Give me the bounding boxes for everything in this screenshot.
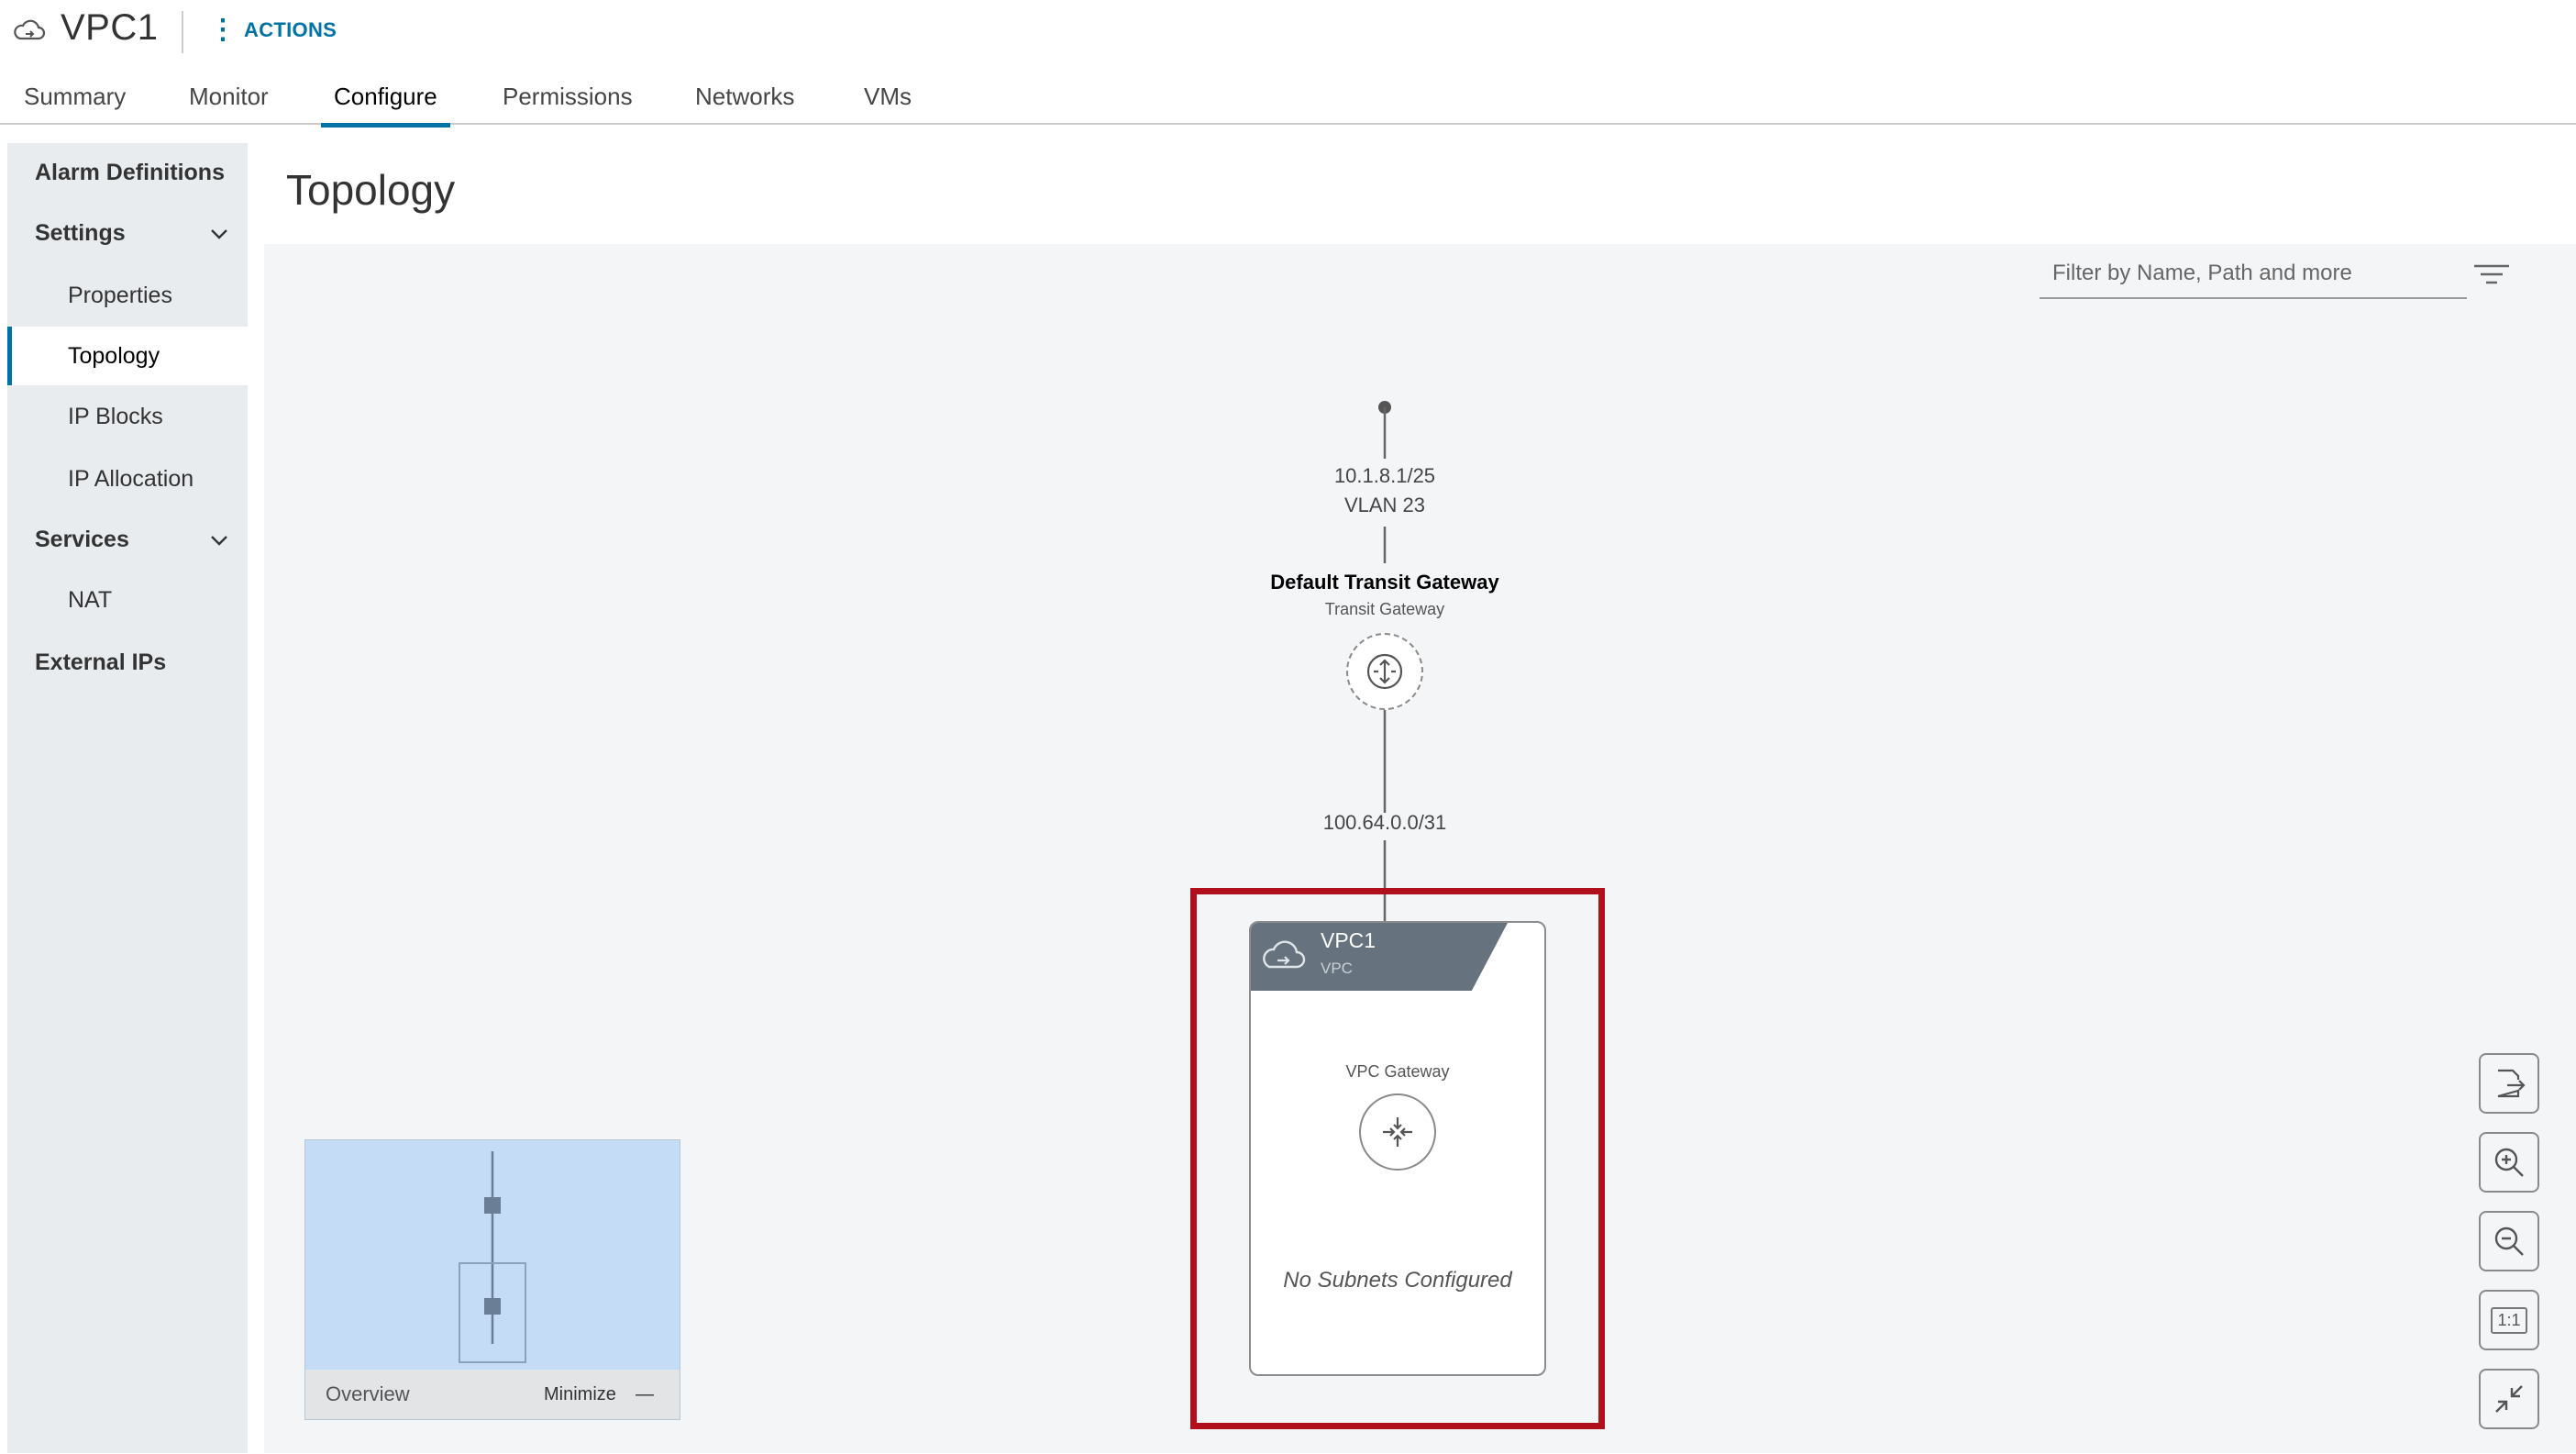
sidebar-item-label: Properties — [68, 283, 172, 308]
main-content: Topology 10.1.8.1/25 VLAN 23 Default Tra… — [255, 143, 2576, 1453]
object-tabs: Summary Monitor Configure Permissions Ne… — [0, 73, 2576, 128]
actions-label: ACTIONS — [244, 18, 337, 41]
sidebar-item-ip-allocation[interactable]: IP Allocation — [7, 450, 248, 508]
export-button[interactable] — [2479, 1053, 2539, 1114]
uplink-endpoint — [1378, 401, 1391, 414]
actual-size-button[interactable]: 1:1 — [2479, 1290, 2539, 1350]
sidebar-item-ip-blocks[interactable]: IP Blocks — [7, 387, 248, 446]
page-title: Topology — [286, 166, 456, 214]
vertical-dots-icon: ⋮ — [209, 15, 237, 45]
chevron-down-icon — [211, 536, 227, 546]
tab-monitor[interactable]: Monitor — [176, 79, 282, 123]
filter-field — [2040, 251, 2467, 299]
header-divider — [182, 11, 183, 53]
tab-networks[interactable]: Networks — [682, 79, 807, 123]
tab-permissions[interactable]: Permissions — [490, 79, 646, 123]
sidebar-item-label: Settings — [35, 220, 126, 246]
sidebar-item-external-ips[interactable]: External IPs — [7, 633, 248, 692]
minimize-icon[interactable]: — — [636, 1384, 654, 1405]
sidebar-item-alarm-definitions[interactable]: Alarm Definitions — [7, 143, 248, 202]
topology-canvas[interactable]: 10.1.8.1/25 VLAN 23 Default Transit Gate… — [264, 244, 2576, 1453]
tab-vms[interactable]: VMs — [851, 79, 924, 123]
sidebar-item-label: Alarm Definitions — [35, 160, 225, 185]
sidebar-item-label: Topology — [68, 343, 160, 369]
sidebar-item-properties[interactable]: Properties — [7, 266, 248, 325]
highlight-box — [1190, 888, 1605, 1429]
actual-size-icon: 1:1 — [2491, 1306, 2527, 1334]
overview-preview — [459, 1151, 526, 1363]
export-icon — [2497, 1069, 2526, 1098]
transit-gateway-node[interactable] — [1346, 633, 1423, 710]
zoom-out-button[interactable] — [2479, 1211, 2539, 1271]
sidebar-item-label: IP Allocation — [68, 466, 194, 492]
fit-to-screen-icon — [2495, 1385, 2523, 1413]
transit-gateway-icon — [1366, 653, 1403, 690]
chevron-down-icon — [211, 229, 227, 239]
sidebar-item-topology[interactable]: Topology — [7, 327, 248, 385]
transit-gateway-name: Default Transit Gateway — [1270, 571, 1499, 594]
actions-menu-button[interactable]: ⋮ ACTIONS — [209, 17, 337, 44]
overview-footer: Overview Minimize — — [305, 1370, 680, 1419]
tab-summary[interactable]: Summary — [11, 79, 138, 123]
sidebar-item-label: NAT — [68, 587, 113, 613]
transit-gateway-type: Transit Gateway — [1324, 600, 1445, 618]
tab-configure[interactable]: Configure — [321, 79, 450, 128]
zoom-in-button[interactable] — [2479, 1132, 2539, 1193]
fit-to-screen-button[interactable] — [2479, 1369, 2539, 1429]
filter-icon[interactable] — [2472, 261, 2511, 288]
zoom-in-icon — [2494, 1148, 2524, 1177]
uplink-vlan-label: VLAN 23 — [1343, 494, 1426, 516]
zoom-out-icon — [2494, 1226, 2524, 1256]
sidebar-item-label: Services — [35, 527, 129, 552]
sidebar-group-services[interactable]: Services — [7, 510, 248, 569]
object-title: VPC1 — [61, 7, 159, 48]
sidebar-item-label: IP Blocks — [68, 404, 163, 429]
uplink-ip-label: 10.1.8.1/25 — [1333, 464, 1436, 487]
sidebar-item-label: External IPs — [35, 649, 167, 675]
vpc-cloud-icon — [14, 19, 46, 40]
transit-link-ip-label: 100.64.0.0/31 — [1322, 811, 1447, 834]
filter-input[interactable] — [2040, 251, 2458, 295]
configure-sidebar: Alarm Definitions Settings Properties To… — [7, 143, 248, 1453]
minimize-button[interactable]: Minimize — [544, 1384, 616, 1405]
sidebar-group-settings[interactable]: Settings — [7, 204, 248, 262]
object-header: VPC1 ⋮ ACTIONS Summary Monitor Configure… — [0, 0, 2576, 128]
overview-label: Overview — [326, 1382, 410, 1405]
overview-minimap[interactable]: Overview Minimize — — [304, 1139, 680, 1420]
sidebar-item-nat[interactable]: NAT — [7, 571, 248, 629]
